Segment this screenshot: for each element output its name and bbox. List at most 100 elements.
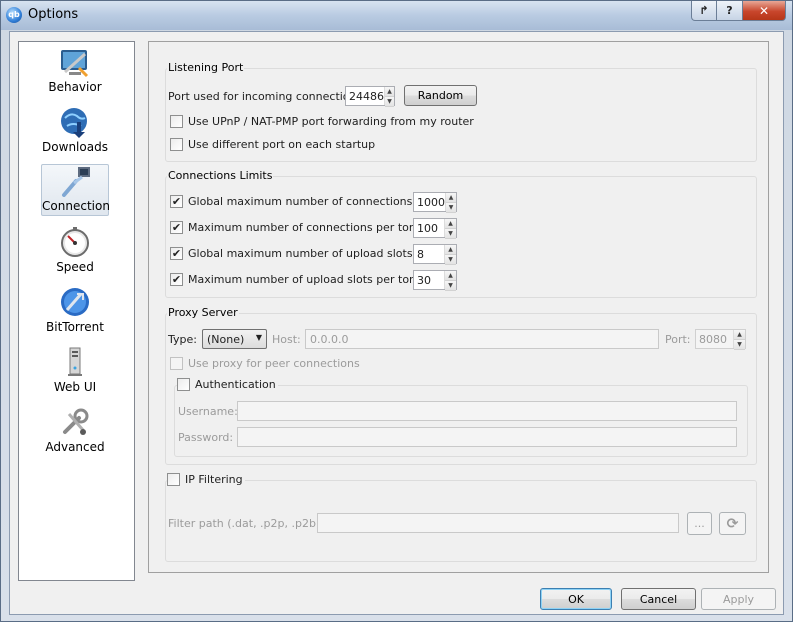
proxy-type-combobox[interactable]: (None) ▼ bbox=[202, 329, 267, 349]
sidebar-item-speed[interactable]: Speed bbox=[41, 226, 109, 278]
spin-down-icon[interactable]: ▼ bbox=[445, 281, 456, 291]
upload-slots-per-torrent-checkbox[interactable]: ✔ bbox=[170, 273, 183, 286]
spin-up-icon[interactable]: ▲ bbox=[446, 193, 456, 203]
proxy-type-label: Type: bbox=[168, 333, 197, 346]
spin-up-icon[interactable]: ▲ bbox=[445, 219, 456, 229]
global-connections-spinbox[interactable]: 1000 ▲ ▼ bbox=[413, 192, 457, 213]
sidebar-item-downloads[interactable]: Downloads bbox=[41, 106, 109, 158]
connection-icon bbox=[62, 167, 90, 197]
reload-icon: ⟳ bbox=[726, 515, 739, 532]
password-label: Password: bbox=[178, 431, 234, 444]
username-input[interactable] bbox=[237, 401, 737, 421]
sidebar-item-label: Advanced bbox=[45, 440, 105, 454]
speed-icon bbox=[61, 227, 89, 257]
proxy-host-input[interactable]: 0.0.0.0 bbox=[305, 329, 659, 349]
limit-value: 100 bbox=[417, 221, 438, 235]
proxy-port-label: Port: bbox=[665, 333, 691, 346]
port-label: Port used for incoming connections: bbox=[168, 90, 366, 103]
window-controls: ↱ ? ✕ bbox=[691, 1, 786, 21]
proxy-port-spinbox[interactable]: 8080 ▲ ▼ bbox=[695, 329, 746, 350]
sidebar-item-label: BitTorrent bbox=[46, 320, 104, 334]
downloads-icon bbox=[61, 108, 87, 138]
proxy-peer-checkbox[interactable] bbox=[170, 357, 183, 370]
sidebar-item-label: Behavior bbox=[48, 80, 102, 94]
spin-down-icon[interactable]: ▼ bbox=[446, 203, 456, 213]
random-port-button[interactable]: Random bbox=[404, 85, 477, 106]
ok-button[interactable]: OK bbox=[540, 588, 612, 610]
global-upload-slots-checkbox[interactable]: ✔ bbox=[170, 247, 183, 260]
spin-arrows[interactable]: ▲ ▼ bbox=[444, 271, 456, 291]
spin-down-icon[interactable]: ▼ bbox=[385, 97, 394, 107]
connections-per-torrent-checkbox[interactable]: ✔ bbox=[170, 221, 183, 234]
limit-row: ✔ Global maximum number of upload slots: bbox=[170, 247, 416, 260]
spin-arrows[interactable]: ▲ ▼ bbox=[444, 219, 456, 239]
spin-arrows[interactable]: ▲ ▼ bbox=[444, 245, 456, 265]
port-spinbox[interactable]: 24486 ▲ ▼ bbox=[345, 86, 395, 107]
dialog-client-area: Behavior Downloads Connection Speed BitT… bbox=[9, 31, 784, 615]
spin-arrows[interactable]: ▲ ▼ bbox=[445, 193, 456, 213]
filter-path-input[interactable] bbox=[317, 513, 679, 533]
upnp-row: Use UPnP / NAT-PMP port forwarding from … bbox=[170, 115, 474, 128]
spin-arrows[interactable]: ▲ ▼ bbox=[384, 87, 394, 107]
spin-up-icon[interactable]: ▲ bbox=[734, 330, 745, 340]
limit-label: Global maximum number of upload slots: bbox=[188, 247, 417, 260]
listening-port-title: Listening Port bbox=[167, 61, 245, 74]
upnp-checkbox[interactable] bbox=[170, 115, 183, 128]
proxy-server-title: Proxy Server bbox=[167, 306, 239, 319]
cancel-button[interactable]: Cancel bbox=[621, 588, 696, 610]
proxy-port-value: 8080 bbox=[699, 332, 727, 346]
spin-up-icon[interactable]: ▲ bbox=[385, 87, 394, 97]
title-bar[interactable]: qb Options ↱ ? ✕ bbox=[1, 1, 792, 30]
global-connections-checkbox[interactable]: ✔ bbox=[170, 195, 183, 208]
limit-row: ✔ Maximum number of upload slots per tor… bbox=[170, 273, 439, 286]
ip-filtering-checkbox[interactable] bbox=[167, 473, 180, 486]
different-port-checkbox[interactable] bbox=[170, 138, 183, 151]
proxy-peer-label: Use proxy for peer connections bbox=[188, 357, 360, 370]
limit-value: 1000 bbox=[417, 195, 445, 209]
limit-label: Global maximum number of connections: bbox=[188, 195, 417, 208]
sidebar-item-behavior[interactable]: Behavior bbox=[41, 46, 109, 98]
connection-settings-panel: Listening Port Port used for incoming co… bbox=[148, 41, 769, 573]
qbittorrent-app-icon: qb bbox=[6, 7, 22, 23]
sidebar-item-bittorrent[interactable]: BitTorrent bbox=[41, 286, 109, 338]
global-upload-slots-spinbox[interactable]: 8 ▲ ▼ bbox=[413, 244, 457, 265]
proxy-host-label: Host: bbox=[272, 333, 301, 346]
apply-button[interactable]: Apply bbox=[701, 588, 776, 610]
port-value: 24486 bbox=[349, 89, 384, 103]
close-button[interactable]: ✕ bbox=[743, 1, 786, 21]
sidebar-item-label: Speed bbox=[56, 260, 94, 274]
upload-slots-per-torrent-spinbox[interactable]: 30 ▲ ▼ bbox=[413, 270, 457, 291]
ip-filtering-row: IP Filtering bbox=[167, 473, 245, 486]
help-icon: ? bbox=[726, 4, 733, 17]
browse-filter-button[interactable]: ... bbox=[687, 512, 712, 535]
authentication-checkbox[interactable] bbox=[177, 378, 190, 391]
password-input[interactable] bbox=[237, 427, 737, 447]
connections-per-torrent-spinbox[interactable]: 100 ▲ ▼ bbox=[413, 218, 457, 239]
spin-up-icon[interactable]: ▲ bbox=[445, 245, 456, 255]
spin-down-icon[interactable]: ▼ bbox=[734, 340, 745, 350]
spin-down-icon[interactable]: ▼ bbox=[445, 255, 456, 265]
authentication-row: Authentication bbox=[177, 378, 278, 391]
bittorrent-icon bbox=[61, 288, 89, 316]
spin-down-icon[interactable]: ▼ bbox=[445, 229, 456, 239]
connection-limits-title: Connections Limits bbox=[167, 169, 274, 182]
reload-filter-button[interactable]: ⟳ bbox=[719, 512, 746, 535]
context-help-button[interactable]: ↱ bbox=[691, 1, 717, 21]
spin-up-icon[interactable]: ▲ bbox=[445, 271, 456, 281]
limit-value: 8 bbox=[417, 247, 424, 261]
webui-icon bbox=[68, 347, 82, 376]
sidebar-item-webui[interactable]: Web UI bbox=[41, 346, 109, 398]
username-label: Username: bbox=[178, 405, 238, 418]
sidebar-item-label: Connection bbox=[42, 199, 110, 213]
options-window: qb Options ↱ ? ✕ Behavior Downloads Conn… bbox=[0, 0, 793, 622]
close-icon: ✕ bbox=[758, 3, 770, 18]
sidebar-item-connection[interactable]: Connection bbox=[41, 164, 110, 216]
upnp-label: Use UPnP / NAT-PMP port forwarding from … bbox=[188, 115, 474, 128]
chevron-down-icon: ▼ bbox=[255, 333, 262, 342]
help-button[interactable]: ? bbox=[717, 1, 743, 21]
limit-label: Maximum number of connections per torren… bbox=[188, 221, 440, 234]
sidebar-item-advanced[interactable]: Advanced bbox=[41, 406, 109, 458]
different-port-label: Use different port on each startup bbox=[188, 138, 376, 151]
spin-arrows[interactable]: ▲ ▼ bbox=[733, 330, 745, 350]
proxy-peer-row: Use proxy for peer connections bbox=[170, 357, 360, 370]
